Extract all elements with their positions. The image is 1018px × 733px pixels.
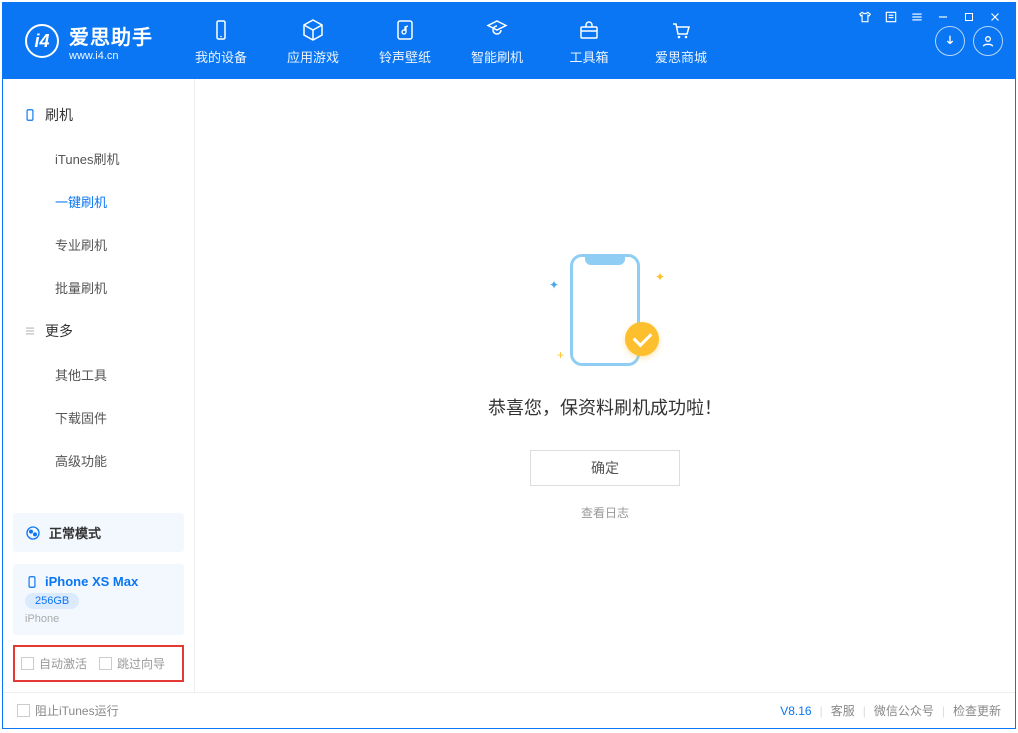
sidebar-item-pro-flash[interactable]: 专业刷机 — [3, 223, 194, 266]
section-title: 更多 — [45, 321, 73, 341]
close-button[interactable] — [985, 9, 1005, 25]
sparkle-icon: ✦ — [655, 270, 665, 284]
check-badge-icon — [625, 322, 659, 356]
cube-icon — [300, 17, 326, 43]
sidebar-section-flash[interactable]: 刷机 — [3, 93, 194, 137]
sidebar: 刷机 iTunes刷机 一键刷机 专业刷机 批量刷机 更多 其他工具 下载固件 … — [3, 79, 195, 692]
sparkle-icon: ✦ — [549, 278, 559, 292]
nav-my-device[interactable]: 我的设备 — [175, 3, 267, 79]
nav-toolbox[interactable]: 工具箱 — [543, 3, 635, 79]
wechat-link[interactable]: 微信公众号 — [874, 702, 934, 719]
nav-label: 铃声壁纸 — [379, 47, 431, 66]
checkbox-box — [21, 657, 34, 670]
success-message: 恭喜您，保资料刷机成功啦！ — [488, 394, 722, 420]
success-illustration: ✦ ✦ + — [545, 250, 665, 370]
device-block[interactable]: iPhone XS Max 256GB iPhone — [13, 564, 184, 635]
nav-label: 应用游戏 — [287, 47, 339, 66]
sparkle-icon: + — [557, 348, 564, 362]
nav-apps-games[interactable]: 应用游戏 — [267, 3, 359, 79]
list-icon — [23, 324, 37, 338]
toolbox-icon — [576, 17, 602, 43]
list-icon[interactable] — [881, 9, 901, 25]
logo-icon: i4 — [25, 24, 59, 58]
sidebar-item-advanced[interactable]: 高级功能 — [3, 439, 194, 482]
checkbox-skip-guide[interactable]: 跳过向导 — [99, 655, 165, 672]
checkbox-label: 跳过向导 — [117, 655, 165, 672]
menu-icon[interactable] — [907, 9, 927, 25]
tshirt-icon[interactable] — [855, 9, 875, 25]
cart-icon — [668, 17, 694, 43]
mode-label: 正常模式 — [49, 523, 101, 542]
logo[interactable]: i4 爱思助手 www.i4.cn — [3, 3, 175, 79]
sidebar-item-other-tools[interactable]: 其他工具 — [3, 353, 194, 396]
logo-text-en: www.i4.cn — [69, 50, 153, 62]
mode-block[interactable]: 正常模式 — [13, 513, 184, 552]
nav-flash[interactable]: 智能刷机 — [451, 3, 543, 79]
support-link[interactable]: 客服 — [831, 702, 855, 719]
version-label: V8.16 — [780, 704, 811, 718]
sidebar-item-oneclick-flash[interactable]: 一键刷机 — [3, 180, 194, 223]
download-button[interactable] — [935, 26, 965, 56]
device-type: iPhone — [25, 613, 172, 625]
nav-label: 智能刷机 — [471, 47, 523, 66]
checkbox-auto-activate[interactable]: 自动激活 — [21, 655, 87, 672]
sidebar-section-more[interactable]: 更多 — [3, 309, 194, 353]
statusbar: 阻止iTunes运行 V8.16 | 客服 | 微信公众号 | 检查更新 — [3, 692, 1015, 728]
ok-button[interactable]: 确定 — [530, 450, 680, 486]
refresh-icon — [484, 17, 510, 43]
main-content: ✦ ✦ + 恭喜您，保资料刷机成功啦！ 确定 查看日志 — [195, 79, 1015, 692]
minimize-button[interactable] — [933, 9, 953, 25]
view-log-link[interactable]: 查看日志 — [581, 504, 629, 521]
checkbox-row-highlighted: 自动激活 跳过向导 — [13, 645, 184, 682]
sidebar-item-batch-flash[interactable]: 批量刷机 — [3, 266, 194, 309]
nav-ringtone-wallpaper[interactable]: 铃声壁纸 — [359, 3, 451, 79]
nav-tabs: 我的设备 应用游戏 铃声壁纸 智能刷机 工具箱 爱思商城 — [175, 3, 727, 79]
nav-label: 我的设备 — [195, 47, 247, 66]
mode-icon — [25, 525, 41, 541]
checkbox-label: 自动激活 — [39, 655, 87, 672]
nav-store[interactable]: 爱思商城 — [635, 3, 727, 79]
device-icon — [208, 17, 234, 43]
device-storage: 256GB — [25, 593, 79, 609]
nav-label: 工具箱 — [569, 47, 608, 66]
logo-text-cn: 爱思助手 — [69, 21, 153, 50]
checkbox-box — [17, 704, 30, 717]
update-link[interactable]: 检查更新 — [953, 702, 1001, 719]
phone-icon — [23, 108, 37, 122]
checkbox-block-itunes[interactable]: 阻止iTunes运行 — [17, 702, 119, 719]
maximize-button[interactable] — [959, 9, 979, 25]
checkbox-label: 阻止iTunes运行 — [35, 702, 119, 719]
device-icon — [25, 575, 39, 589]
music-icon — [392, 17, 418, 43]
device-name: iPhone XS Max — [45, 574, 138, 589]
sidebar-item-download-firmware[interactable]: 下载固件 — [3, 396, 194, 439]
nav-label: 爱思商城 — [655, 47, 707, 66]
sidebar-item-itunes-flash[interactable]: iTunes刷机 — [3, 137, 194, 180]
section-title: 刷机 — [45, 105, 73, 125]
checkbox-box — [99, 657, 112, 670]
user-button[interactable] — [973, 26, 1003, 56]
